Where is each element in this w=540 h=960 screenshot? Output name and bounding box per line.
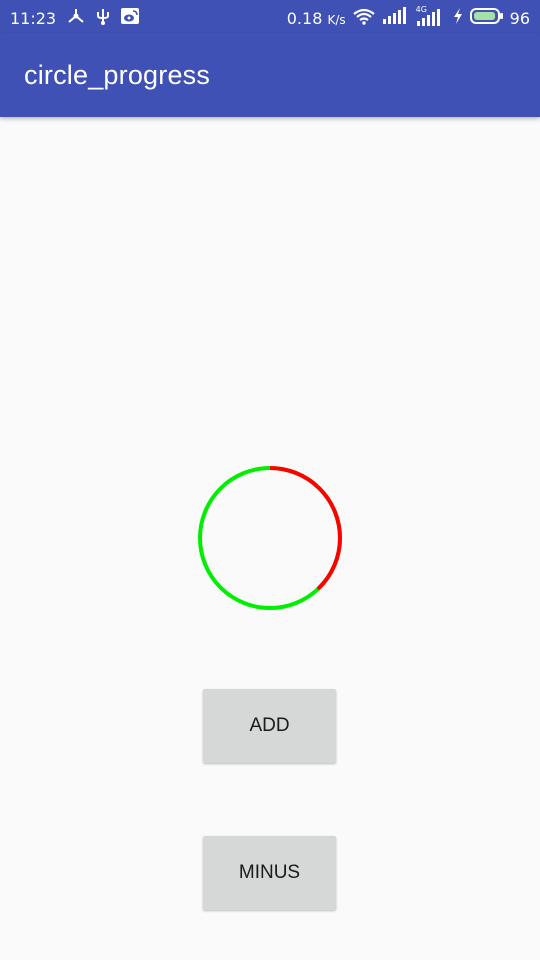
status-left: 11:23 xyxy=(10,7,150,29)
status-time: 11:23 xyxy=(10,8,57,28)
battery-level: 96 xyxy=(509,8,530,28)
battery-icon xyxy=(469,7,504,29)
app-bar: circle_progress xyxy=(0,33,540,117)
add-button[interactable]: ADD xyxy=(203,689,336,763)
app-title: circle_progress xyxy=(24,60,211,90)
minus-button[interactable]: MINUS xyxy=(203,836,336,910)
status-right: 0.18 K/s 4G 96 xyxy=(281,5,530,29)
charging-icon xyxy=(452,7,464,29)
share-icon xyxy=(66,7,86,29)
usb-icon xyxy=(96,7,110,29)
circle-progress xyxy=(195,463,345,613)
signal-4g-icon: 4G xyxy=(416,5,446,27)
network-speed-unit: K/s xyxy=(327,12,346,27)
battery-fill xyxy=(473,12,495,20)
wifi-icon xyxy=(352,7,376,29)
network-speed-value: 0.18 xyxy=(286,8,323,28)
signal-icon xyxy=(382,7,410,29)
weibo-icon xyxy=(120,7,140,29)
network-speed: 0.18 K/s xyxy=(287,9,346,28)
status-bar: 11:23 0.18 K/s 4G 96 xyxy=(0,0,540,33)
